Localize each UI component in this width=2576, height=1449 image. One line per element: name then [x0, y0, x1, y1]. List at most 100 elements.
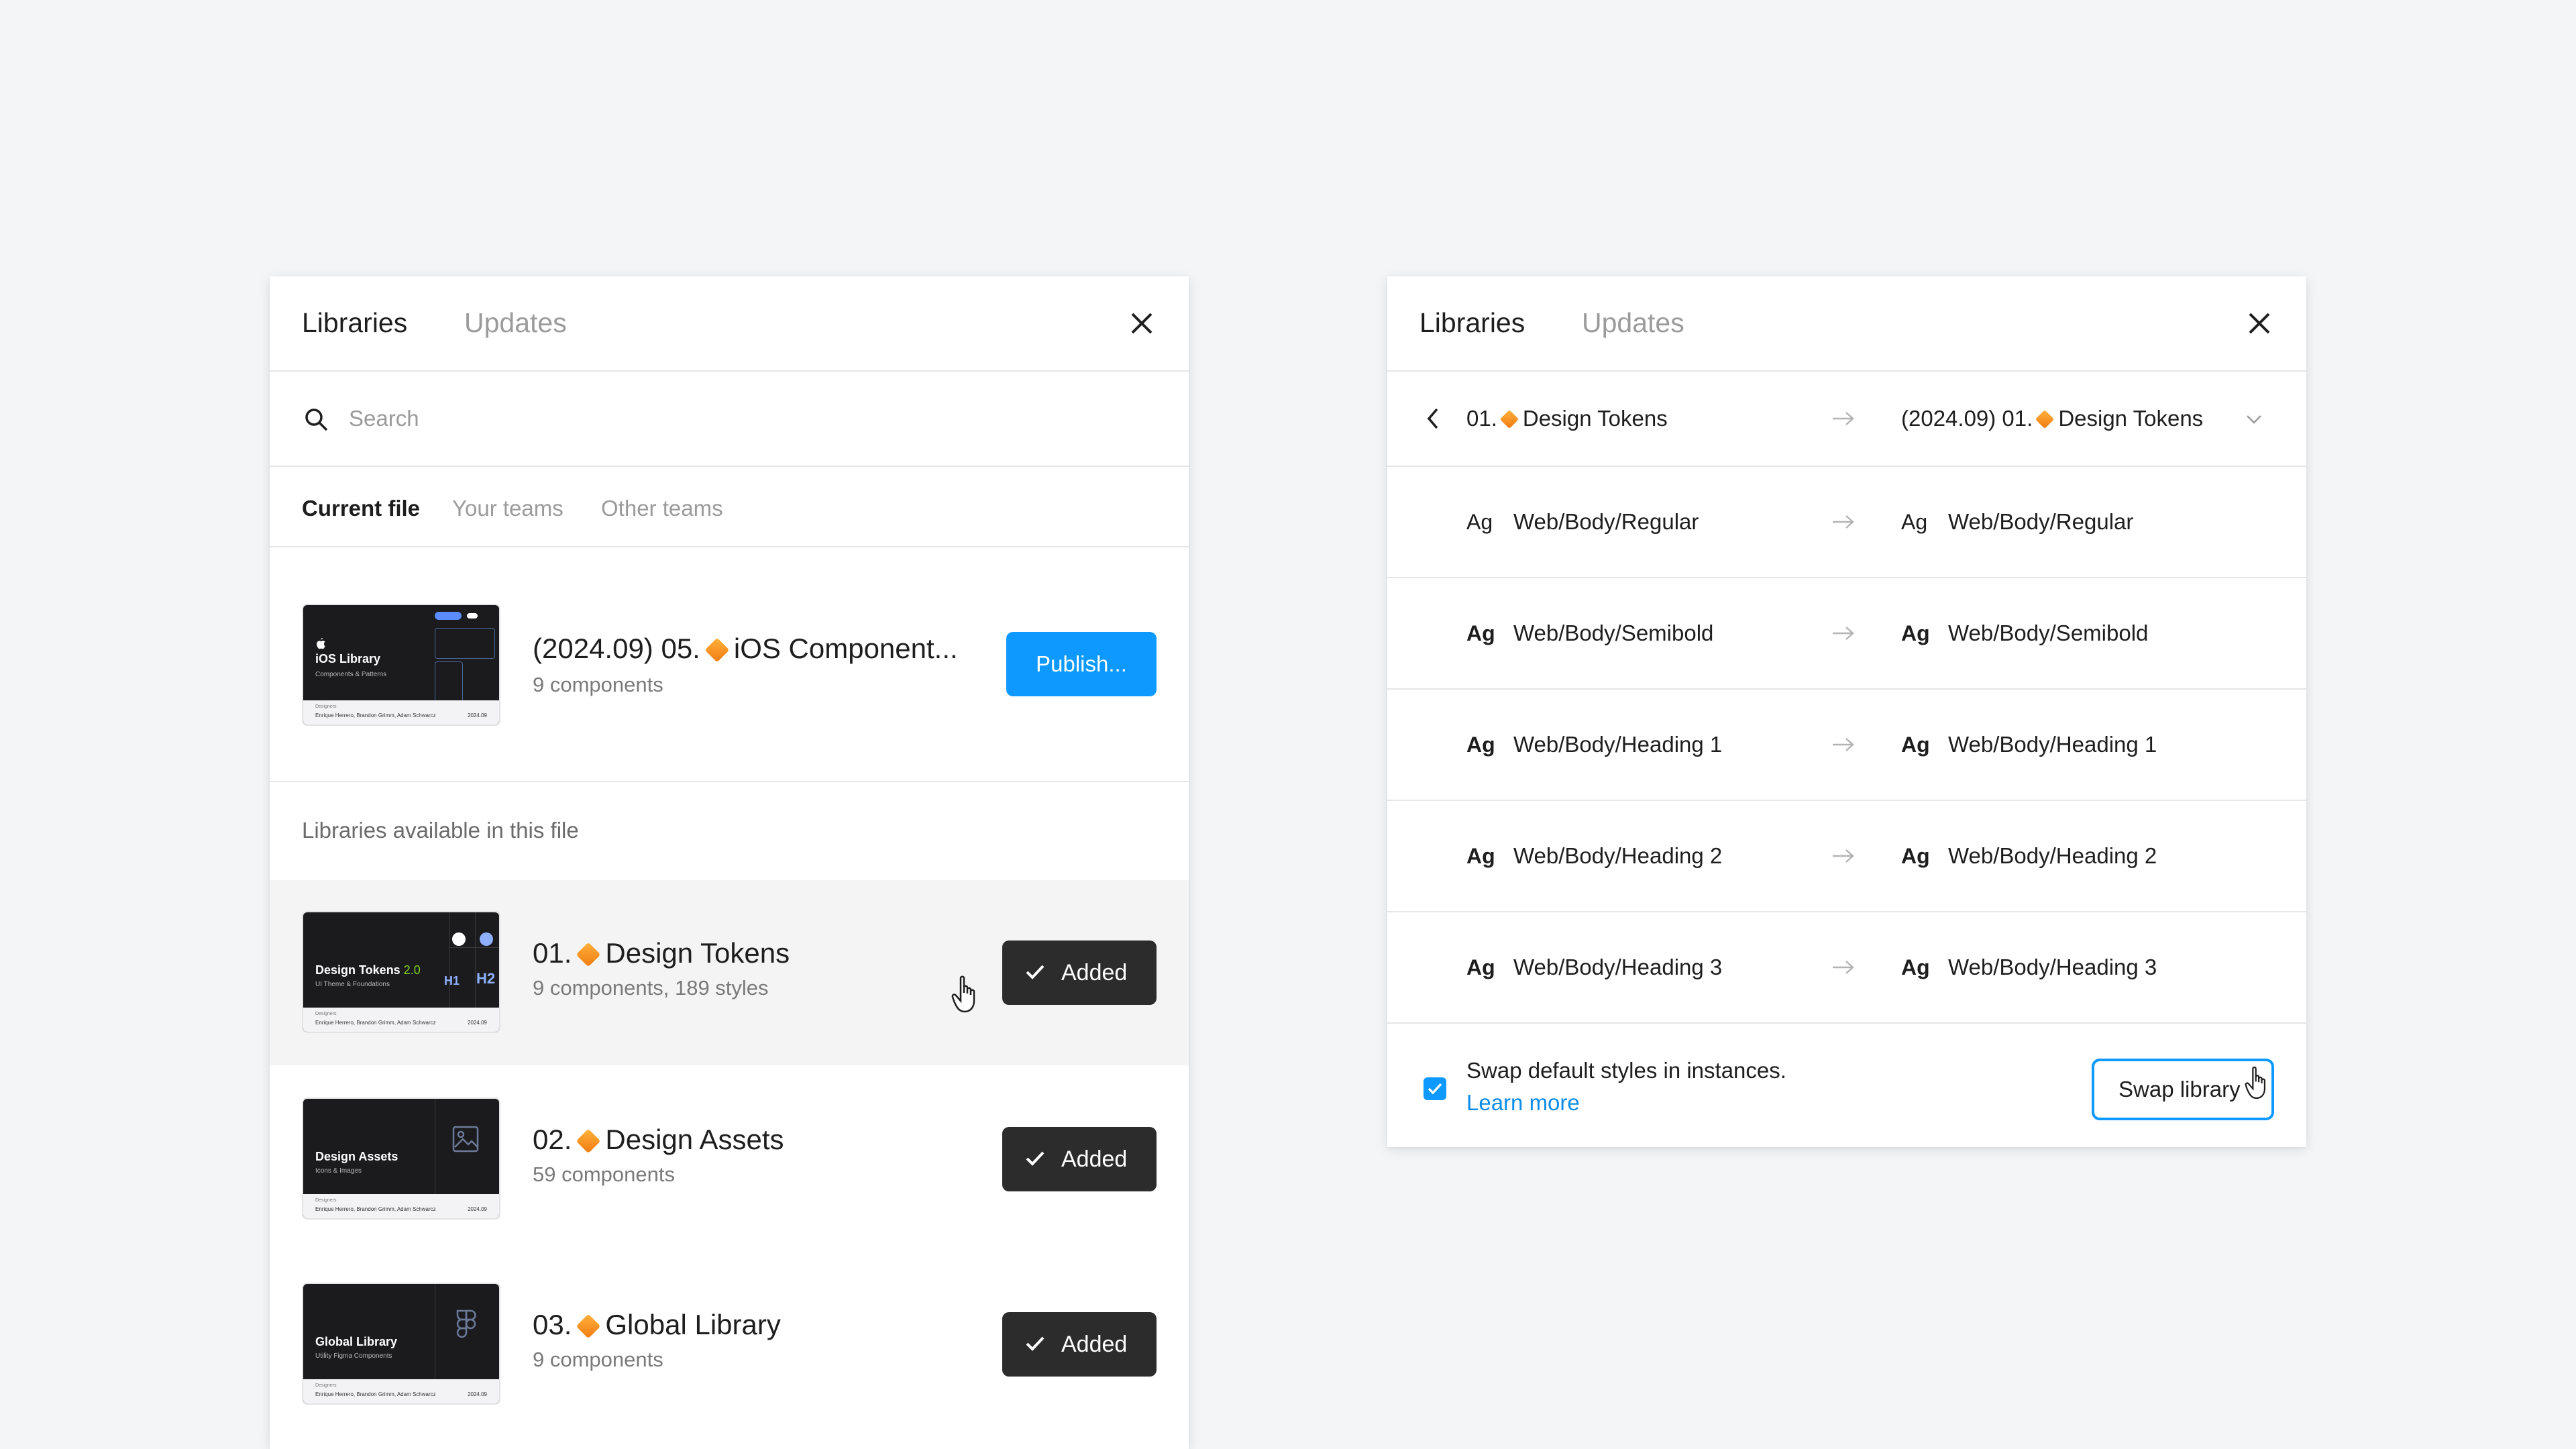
added-button[interactable]: Added	[1002, 1127, 1157, 1191]
chevron-down-icon[interactable]	[2245, 413, 2263, 425]
close-icon[interactable]	[1127, 309, 1157, 338]
libraries-panel: Libraries Updates Search Current file Yo…	[270, 276, 1189, 1449]
target-style: Web/Body/Heading 2	[1948, 843, 2157, 868]
added-button[interactable]: Added	[1002, 1312, 1157, 1377]
current-library-name: (2024.09) 05. iOS Component...	[533, 633, 958, 664]
tab-updates[interactable]: Updates	[464, 306, 567, 339]
figma-logo-icon	[456, 1309, 476, 1338]
apple-logo-icon	[317, 638, 325, 649]
component-diamond-icon	[576, 1128, 601, 1154]
check-icon	[1428, 1083, 1442, 1095]
panel-header: Libraries Updates	[270, 276, 1189, 372]
source-style: Web/Body/Heading 1	[1513, 732, 1723, 757]
thumb-title: Global Library	[315, 1335, 398, 1348]
swap-library-panel: Libraries Updates 01. Design Tokens (2024…	[1387, 276, 2306, 1147]
thumb-subtitle: Utility Figma Components	[315, 1352, 392, 1360]
text-style-icon: Ag	[1901, 621, 1930, 645]
library-count: 9 components, 189 styles	[533, 976, 769, 1000]
target-style: Web/Body/Regular	[1948, 509, 2134, 534]
check-icon	[1026, 1336, 1044, 1351]
thumb-subtitle: Components & Patterns	[315, 671, 387, 678]
thumb-designers-label: Designers	[315, 704, 337, 709]
arrow-right-icon	[1833, 515, 1854, 529]
library-thumbnail: iOS Library Components & Patterns Design…	[302, 604, 500, 726]
learn-more-link[interactable]: Learn more	[1466, 1089, 1580, 1116]
publish-button[interactable]: Publish...	[1006, 632, 1157, 696]
text-style-icon: Ag	[1466, 733, 1495, 757]
library-name: 01. Design Tokens	[533, 937, 790, 969]
source-library: 01. Design Tokens	[1466, 406, 1668, 431]
thumb-subtitle: UI Theme & Foundations	[315, 981, 390, 988]
check-icon	[1026, 965, 1044, 979]
library-thumbnail: Design Assets Icons & Images Designers E…	[302, 1097, 500, 1220]
text-style-icon: Ag	[1901, 733, 1930, 757]
target-style: Web/Body/Heading 1	[1948, 732, 2157, 757]
library-name: 03. Global Library	[533, 1309, 781, 1340]
library-count: 9 components	[533, 1348, 663, 1371]
arrow-right-icon	[1833, 961, 1854, 974]
style-swap-row: Ag Web/Body/Heading 3 Ag Web/Body/Headin…	[1387, 912, 2306, 1024]
source-style: Web/Body/Regular	[1513, 509, 1699, 534]
source-style: Web/Body/Heading 3	[1513, 955, 1723, 979]
hand-cursor-icon	[951, 975, 975, 1013]
tab-libraries[interactable]: Libraries	[302, 306, 407, 339]
swap-defaults-label: Swap default styles in instances.	[1466, 1058, 1786, 1083]
text-style-icon: Ag	[1466, 955, 1495, 979]
component-diamond-icon	[704, 637, 730, 663]
component-diamond-icon	[576, 942, 601, 967]
search-input[interactable]: Search	[349, 405, 419, 432]
arrow-right-icon	[1833, 412, 1854, 425]
tab-libraries[interactable]: Libraries	[1419, 306, 1525, 339]
library-row-design-tokens[interactable]: Design Tokens 2.0 UI Theme & Foundations…	[270, 880, 1189, 1065]
search-bar[interactable]: Search	[270, 372, 1189, 467]
component-diamond-icon	[576, 1313, 601, 1339]
swap-footer: Swap default styles in instances. Learn …	[1387, 1024, 2306, 1147]
available-libraries-heading: Libraries available in this file	[302, 818, 579, 843]
library-swap-selector: 01. Design Tokens (2024.09) 01. Design Tok…	[1387, 372, 2306, 467]
chevron-left-icon[interactable]	[1424, 407, 1442, 431]
style-swap-row: Ag Web/Body/Semibold Ag Web/Body/Semibol…	[1387, 578, 2306, 690]
added-button[interactable]: Added	[1002, 941, 1157, 1005]
style-swap-row: Ag Web/Body/Heading 1 Ag Web/Body/Headin…	[1387, 690, 2306, 801]
library-thumbnail: Design Tokens 2.0 UI Theme & Foundations…	[302, 911, 500, 1033]
library-filter-tabs: Current file Your teams Other teams	[270, 467, 1189, 547]
component-diamond-icon	[2035, 410, 2055, 429]
thumb-title: Design Tokens 2.0	[315, 963, 421, 977]
source-style: Web/Body/Heading 2	[1513, 843, 1723, 868]
filter-your-teams[interactable]: Your teams	[452, 495, 564, 522]
thumb-designers: Enrique Herrero, Brandon Grimm, Adam Sch…	[315, 712, 436, 718]
library-name: 02. Design Assets	[533, 1124, 784, 1155]
target-style: Web/Body/Semibold	[1948, 621, 2149, 645]
thumb-subtitle: Icons & Images	[315, 1167, 362, 1175]
close-icon[interactable]	[2245, 309, 2274, 338]
source-style: Web/Body/Semibold	[1513, 621, 1714, 645]
image-icon	[452, 1126, 479, 1152]
tab-updates[interactable]: Updates	[1582, 306, 1684, 339]
current-library-count: 9 components	[533, 673, 663, 696]
style-swap-row: Ag Web/Body/Heading 2 Ag Web/Body/Headin…	[1387, 801, 2306, 912]
hand-cursor-icon	[2245, 1066, 2266, 1099]
style-swap-row: Ag Web/Body/Regular Ag Web/Body/Regular	[1387, 467, 2306, 578]
check-icon	[1026, 1151, 1044, 1166]
arrow-right-icon	[1833, 738, 1854, 751]
text-style-icon: Ag	[1901, 510, 1928, 534]
thumb-title: Design Assets	[315, 1150, 398, 1163]
filter-current-file[interactable]: Current file	[302, 495, 420, 522]
filter-other-teams[interactable]: Other teams	[601, 495, 723, 522]
library-thumbnail: Global Library Utility Figma Components …	[302, 1283, 500, 1405]
arrow-right-icon	[1833, 849, 1854, 863]
thumb-date: 2024.09	[468, 712, 487, 718]
component-diamond-icon	[1499, 410, 1519, 429]
text-style-icon: Ag	[1466, 621, 1495, 645]
search-icon	[305, 409, 328, 431]
thumb-title: iOS Library	[315, 652, 381, 665]
target-library-dropdown[interactable]: (2024.09) 01. Design Tokens	[1901, 405, 2203, 432]
text-style-icon: Ag	[1901, 955, 1930, 979]
library-row-design-assets[interactable]: Design Assets Icons & Images Designers E…	[270, 1065, 1189, 1250]
text-style-icon: Ag	[1466, 844, 1495, 868]
library-count: 59 components	[533, 1163, 675, 1186]
swap-defaults-checkbox[interactable]	[1424, 1077, 1446, 1100]
arrow-right-icon	[1833, 627, 1854, 640]
target-style: Web/Body/Heading 3	[1948, 955, 2157, 979]
library-row-global-library[interactable]: Global Library Utility Figma Components …	[270, 1250, 1189, 1436]
